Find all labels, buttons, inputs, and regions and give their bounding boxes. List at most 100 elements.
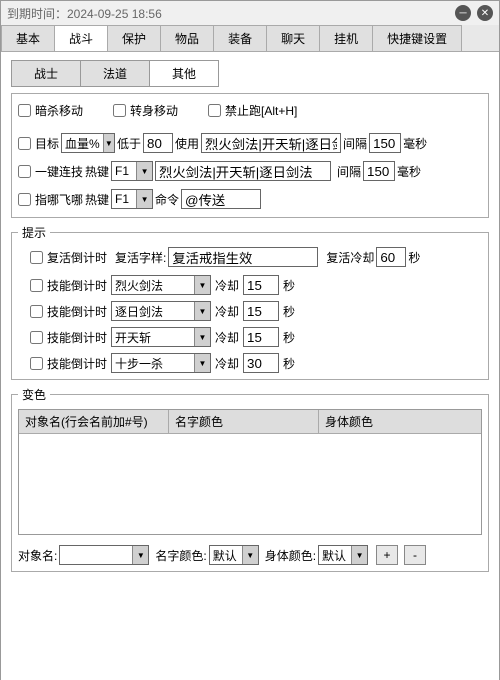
use-label: 使用 [175, 135, 199, 152]
skill-countdown-checkbox[interactable]: 技能倒计时 [30, 329, 107, 346]
skill-cd-input[interactable] [243, 275, 279, 295]
main-tab-4[interactable]: 装备 [213, 25, 267, 51]
chevron-down-icon[interactable]: ▼ [194, 276, 210, 294]
col-object-name: 对象名(行会名前加#号) [19, 410, 169, 433]
below-label: 低于 [117, 135, 141, 152]
main-tab-6[interactable]: 挂机 [319, 25, 373, 51]
main-tab-2[interactable]: 保护 [107, 25, 161, 51]
skill-row: 技能倒计时逐日剑法▼冷却秒 [18, 301, 482, 321]
assassin-move-checkbox[interactable]: 暗杀移动 [18, 102, 83, 119]
body-color-select[interactable]: 默认▼ [318, 545, 368, 565]
target-interval-input[interactable] [369, 133, 401, 153]
hints-fieldset: 提示 复活倒计时 复活字样: 复活冷却 秒 技能倒计时烈火剑法▼冷却秒技能倒计时… [11, 224, 489, 380]
sub-tabs: 战士法道其他 [11, 60, 489, 87]
cd-label: 冷却 [215, 355, 239, 372]
target-skills-input[interactable] [201, 133, 341, 153]
colors-fieldset: 变色 对象名(行会名前加#号) 名字颜色 身体颜色 对象名: ▼ 名字颜色: 默… [11, 386, 489, 572]
cd-label: 冷却 [215, 277, 239, 294]
col-body-color: 身体颜色 [319, 410, 481, 433]
sec-label: 秒 [283, 277, 295, 294]
revive-text-label: 复活字样: [115, 249, 166, 266]
skill-cd-input[interactable] [243, 353, 279, 373]
content-area: 战士法道其他 暗杀移动 转身移动 禁止跑[Alt+H] 目标 血量%▼ 低于 使… [1, 52, 499, 680]
colors-table: 对象名(行会名前加#号) 名字颜色 身体颜色 [18, 409, 482, 535]
chevron-down-icon[interactable]: ▼ [194, 302, 210, 320]
skill-countdown-checkbox[interactable]: 技能倒计时 [30, 303, 107, 320]
fly-cmd-input[interactable] [181, 189, 261, 209]
hotkey-label: 热键 [85, 191, 109, 208]
skill-countdown-list: 技能倒计时烈火剑法▼冷却秒技能倒计时逐日剑法▼冷却秒技能倒计时开天斩▼冷却秒技能… [18, 275, 482, 373]
revive-text-input[interactable] [168, 247, 318, 267]
revive-cd-input[interactable] [376, 247, 406, 267]
main-tabs: 基本战斗保护物品装备聊天挂机快捷键设置 [1, 25, 499, 52]
main-tab-3[interactable]: 物品 [160, 25, 214, 51]
target-metric-select[interactable]: 血量%▼ [61, 133, 115, 153]
name-color-label: 名字颜色: [155, 547, 206, 564]
skill-name-select[interactable]: 开天斩▼ [111, 327, 211, 347]
skill-countdown-checkbox[interactable]: 技能倒计时 [30, 355, 107, 372]
minimize-button[interactable]: ─ [455, 5, 471, 21]
colors-legend: 变色 [18, 386, 50, 403]
fly-hotkey-select[interactable]: F1▼ [111, 189, 153, 209]
chevron-down-icon[interactable]: ▼ [136, 190, 152, 208]
skill-row: 技能倒计时十步一杀▼冷却 秒 [18, 353, 482, 373]
cd-label: 冷却 [215, 329, 239, 346]
cmd-label: 命令 [155, 191, 179, 208]
no-run-checkbox[interactable]: 禁止跑[Alt+H] [208, 102, 297, 119]
ms-label: 毫秒 [397, 163, 421, 180]
main-tab-7[interactable]: 快捷键设置 [372, 25, 462, 51]
sub-tab-2[interactable]: 其他 [149, 60, 219, 87]
skill-name-select[interactable]: 逐日剑法▼ [111, 301, 211, 321]
chevron-down-icon[interactable]: ▼ [132, 546, 148, 564]
skill-name-select[interactable]: 十步一杀▼ [111, 353, 211, 373]
titlebar: 到期时间：2024-09-25 18:56 ─ ✕ [1, 1, 499, 25]
sec-label: 秒 [408, 249, 420, 266]
object-name-select[interactable]: ▼ [59, 545, 149, 565]
col-name-color: 名字颜色 [169, 410, 319, 433]
app-window: 到期时间：2024-09-25 18:56 ─ ✕ 基本战斗保护物品装备聊天挂机… [0, 0, 500, 680]
fly-checkbox[interactable]: 指哪飞哪 [18, 191, 83, 208]
add-button[interactable]: + [376, 545, 398, 565]
close-button[interactable]: ✕ [477, 5, 493, 21]
sec-label: 秒 [283, 329, 295, 346]
movement-panel: 暗杀移动 转身移动 禁止跑[Alt+H] 目标 血量%▼ 低于 使用 间隔 毫秒… [11, 93, 489, 218]
skill-cd-input[interactable] [243, 301, 279, 321]
main-tab-1[interactable]: 战斗 [54, 25, 108, 51]
delete-button[interactable]: - [404, 545, 426, 565]
skill-row: 技能倒计时烈火剑法▼冷却 秒 [18, 275, 482, 295]
skill-countdown-checkbox[interactable]: 技能倒计时 [30, 277, 107, 294]
hints-legend: 提示 [18, 224, 50, 241]
combo-checkbox[interactable]: 一键连技 [18, 163, 83, 180]
sub-tab-0[interactable]: 战士 [11, 60, 81, 87]
skill-name-select[interactable]: 烈火剑法▼ [111, 275, 211, 295]
revive-countdown-checkbox[interactable]: 复活倒计时 [30, 249, 107, 266]
chevron-down-icon[interactable]: ▼ [242, 546, 258, 564]
sub-tab-1[interactable]: 法道 [80, 60, 150, 87]
combo-interval-input[interactable] [363, 161, 395, 181]
sec-label: 秒 [283, 303, 295, 320]
combo-skills-input[interactable] [155, 161, 331, 181]
chevron-down-icon[interactable]: ▼ [194, 354, 210, 372]
sec-label: 秒 [283, 355, 295, 372]
revive-cd-label: 复活冷却 [326, 249, 374, 266]
target-threshold-input[interactable] [143, 133, 173, 153]
table-header: 对象名(行会名前加#号) 名字颜色 身体颜色 [19, 410, 481, 434]
hotkey-label: 热键 [85, 163, 109, 180]
turn-move-checkbox[interactable]: 转身移动 [113, 102, 178, 119]
chevron-down-icon[interactable]: ▼ [351, 546, 367, 564]
interval-label: 间隔 [343, 135, 367, 152]
skill-cd-input[interactable] [243, 327, 279, 347]
chevron-down-icon[interactable]: ▼ [136, 162, 152, 180]
main-tab-5[interactable]: 聊天 [266, 25, 320, 51]
chevron-down-icon[interactable]: ▼ [194, 328, 210, 346]
interval-label: 间隔 [337, 163, 361, 180]
object-name-label: 对象名: [18, 547, 57, 564]
target-checkbox[interactable]: 目标 [18, 135, 59, 152]
window-controls: ─ ✕ [455, 5, 493, 21]
combo-hotkey-select[interactable]: F1▼ [111, 161, 153, 181]
table-body[interactable] [19, 434, 481, 534]
skill-row: 技能倒计时开天斩▼冷却 秒 [18, 327, 482, 347]
chevron-down-icon[interactable]: ▼ [103, 134, 114, 152]
main-tab-0[interactable]: 基本 [1, 25, 55, 51]
name-color-select[interactable]: 默认▼ [209, 545, 259, 565]
